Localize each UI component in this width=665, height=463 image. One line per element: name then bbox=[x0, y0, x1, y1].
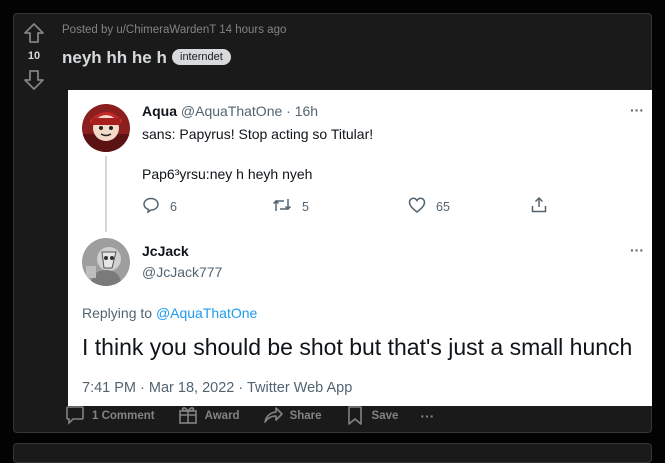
award-icon bbox=[177, 404, 199, 429]
tweet2-meta: 7:41 PM · Mar 18, 2022 · Twitter Web App bbox=[82, 380, 353, 396]
comment-icon bbox=[64, 404, 86, 429]
share-label: Share bbox=[289, 410, 322, 422]
share-icon bbox=[262, 404, 284, 429]
heart-icon bbox=[408, 196, 426, 217]
tweet1-line2: Pap6³yrsu:ney h heyh nyeh bbox=[142, 166, 313, 182]
tweet1-handle-time: @AquaThatOne · 16h bbox=[177, 103, 319, 119]
like-action[interactable]: 65 bbox=[408, 196, 450, 217]
comment-button[interactable]: 1 Comment bbox=[64, 404, 155, 429]
tweet1-line1: sans: Papyrus! Stop acting so Titular! bbox=[142, 126, 374, 142]
more-options-icon: ··· bbox=[420, 408, 435, 424]
save-label: Save bbox=[371, 410, 399, 422]
tweet2-more-icon[interactable]: ··· bbox=[630, 242, 644, 258]
upvote-icon[interactable] bbox=[23, 22, 45, 49]
award-label: Award bbox=[204, 410, 240, 422]
like-count: 65 bbox=[436, 199, 450, 214]
tweet1-header: Aqua @AquaThatOne · 16h bbox=[142, 103, 318, 119]
post-actions: 1 Comment Award Share Save ··· bbox=[64, 404, 456, 428]
retweet-action[interactable]: 5 bbox=[272, 196, 309, 217]
post-flair[interactable]: interndet bbox=[172, 49, 231, 65]
bookmark-icon bbox=[344, 404, 366, 429]
tweet2-text: I think you should be shot but that's ju… bbox=[82, 334, 633, 360]
tweet1-name[interactable]: Aqua bbox=[142, 103, 177, 119]
aqua-avatar bbox=[82, 104, 130, 152]
retweet-count: 5 bbox=[302, 199, 309, 214]
more-options-button[interactable]: ··· bbox=[420, 408, 434, 424]
reply-icon bbox=[142, 196, 160, 217]
post-title[interactable]: neyh hh he h bbox=[62, 48, 167, 68]
tweet1-actions: 6 5 65 bbox=[142, 196, 622, 216]
next-post-card[interactable] bbox=[13, 443, 652, 463]
jcjack-avatar bbox=[82, 238, 130, 286]
tweet-screenshot[interactable]: Aqua @AquaThatOne · 16h ··· sans: Papyru… bbox=[68, 90, 652, 406]
save-button[interactable]: Save bbox=[344, 404, 399, 429]
tweet2-name[interactable]: JcJack bbox=[142, 243, 189, 259]
tweet2-handle[interactable]: @JcJack777 bbox=[142, 264, 222, 280]
retweet-icon bbox=[272, 196, 292, 217]
vote-column: 10 bbox=[14, 14, 54, 432]
replying-to-link[interactable]: @AquaThatOne bbox=[156, 305, 257, 321]
post-card[interactable]: 10 Posted by u/ChimeraWardenT 14 hours a… bbox=[13, 13, 652, 433]
share-tweet-icon bbox=[530, 196, 548, 217]
share-button[interactable]: Share bbox=[262, 404, 322, 429]
replying-to: Replying to @AquaThatOne bbox=[82, 305, 257, 321]
thread-line bbox=[105, 156, 107, 232]
award-button[interactable]: Award bbox=[177, 404, 240, 429]
reply-action[interactable]: 6 bbox=[142, 196, 177, 217]
reply-count: 6 bbox=[170, 199, 177, 214]
share-tweet-action[interactable] bbox=[530, 196, 548, 217]
post-meta[interactable]: Posted by u/ChimeraWardenT 14 hours ago bbox=[62, 24, 286, 36]
replying-prefix: Replying to bbox=[82, 305, 156, 321]
tweet1-more-icon[interactable]: ··· bbox=[630, 102, 644, 118]
downvote-icon[interactable] bbox=[23, 69, 45, 96]
comment-label: 1 Comment bbox=[92, 410, 155, 422]
vote-count: 10 bbox=[27, 50, 41, 62]
